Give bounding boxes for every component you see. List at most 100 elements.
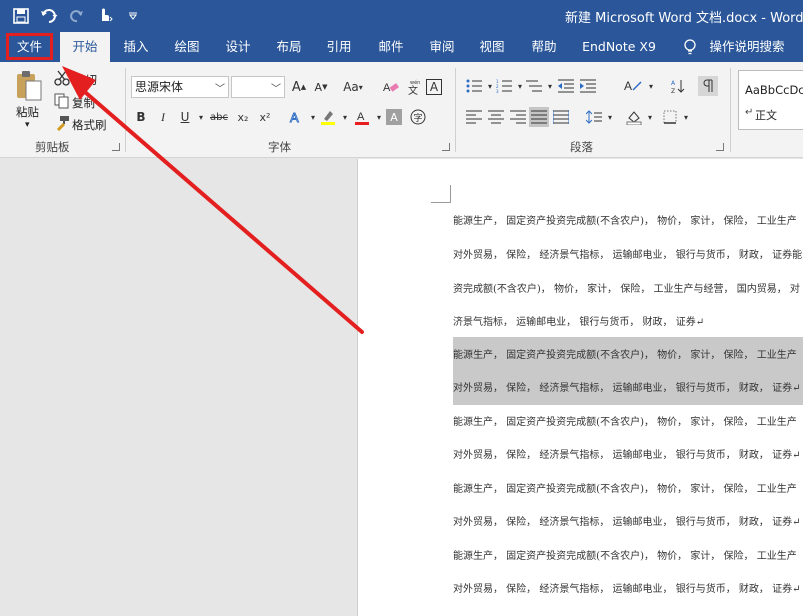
decrease-indent-icon[interactable] bbox=[556, 76, 576, 96]
chevron-down-icon[interactable]: ﹀ bbox=[215, 80, 225, 100]
sort-icon[interactable]: AZ bbox=[668, 76, 688, 96]
align-center-icon[interactable] bbox=[486, 107, 506, 127]
distributed-icon[interactable] bbox=[551, 107, 571, 127]
svg-text:A: A bbox=[624, 79, 632, 93]
paragraph-line-selected[interactable]: 对外贸易， 保险， 经济景气指标， 运输邮电业， 银行与货币， 财政， 证券↵ bbox=[453, 378, 803, 400]
svg-text:A: A bbox=[357, 111, 365, 123]
tab-draw[interactable]: 绘图 bbox=[166, 32, 208, 62]
tab-references[interactable]: 引用 bbox=[318, 32, 360, 62]
show-hide-marks-icon[interactable] bbox=[698, 76, 718, 96]
format-painter-button[interactable]: 格式刷 bbox=[72, 117, 107, 133]
group-separator bbox=[455, 68, 456, 152]
paragraph-line[interactable]: 能源生产， 固定资产投资完成额(不含农户)， 物价， 家计， 保险， 工业生产 bbox=[453, 412, 803, 434]
paragraph-line[interactable]: 能源生产， 固定资产投资完成额(不含农户)， 物价， 家计， 保险， 工业生产 bbox=[453, 546, 803, 568]
svg-text:Z: Z bbox=[671, 88, 675, 94]
borders-dropdown-icon[interactable]: ▾ bbox=[676, 107, 696, 127]
character-shading-icon[interactable]: A bbox=[386, 109, 402, 125]
tab-mailings[interactable]: 邮件 bbox=[370, 32, 412, 62]
quick-access-toolbar bbox=[10, 6, 144, 26]
font-name-combo[interactable]: 思源宋体 ﹀ bbox=[131, 76, 229, 98]
paragraph-launcher-icon[interactable] bbox=[716, 143, 724, 151]
chevron-down-icon[interactable]: ﹀ bbox=[271, 80, 281, 100]
phonetic-guide-icon[interactable]: wén 文 bbox=[404, 77, 424, 97]
paste-icon[interactable] bbox=[14, 70, 44, 102]
shrink-font-icon[interactable]: A ▼ bbox=[311, 77, 331, 97]
clear-formatting-icon[interactable]: A bbox=[381, 77, 401, 97]
font-name-value: 思源宋体 bbox=[135, 80, 184, 94]
tab-design[interactable]: 设计 bbox=[217, 32, 259, 62]
tab-home[interactable]: 开始 bbox=[60, 32, 110, 62]
paragraph-line[interactable]: 对外贸易， 保险， 经济景气指标， 运输邮电业， 银行与货币， 财政， 证券能 bbox=[453, 245, 803, 267]
paragraph-line[interactable]: 资完成额(不含农户)， 物价， 家计， 保险， 工业生产与经营， 国内贸易， 对 bbox=[453, 279, 803, 301]
lightbulb-icon[interactable] bbox=[680, 32, 700, 62]
clipboard-launcher-icon[interactable] bbox=[112, 143, 120, 151]
ribbon-tabs: 文件 开始 插入 绘图 设计 布局 引用 邮件 审阅 视图 帮助 EndNote… bbox=[0, 32, 803, 62]
paragraph-line[interactable]: 济景气指标， 运输邮电业， 银行与货币， 财政， 证券↵ bbox=[453, 312, 803, 334]
strikethrough-icon[interactable]: abc bbox=[209, 107, 229, 127]
customize-qat-icon[interactable] bbox=[122, 6, 144, 26]
page-margin-corner bbox=[431, 185, 451, 203]
style-sample: AaBbCcDc bbox=[745, 83, 803, 97]
group-label-paragraph: 段落 bbox=[570, 140, 593, 154]
undo-icon[interactable] bbox=[38, 6, 60, 26]
copy-icon[interactable] bbox=[54, 93, 70, 109]
superscript-icon[interactable]: x² bbox=[255, 107, 275, 127]
asian-layout-icon[interactable]: A bbox=[623, 76, 643, 96]
group-separator bbox=[125, 68, 126, 152]
ribbon-home: 粘贴 ▾ 剪切 复制 格式刷 剪贴板 思源宋体 ﹀ ﹀ A ▲ A ▼ Aa ▾ A … bbox=[0, 62, 803, 158]
redo-icon[interactable] bbox=[66, 6, 88, 26]
file-tab-highlight bbox=[6, 33, 53, 60]
tab-layout[interactable]: 布局 bbox=[268, 32, 310, 62]
svg-text:3: 3 bbox=[496, 89, 499, 93]
group-label-font: 字体 bbox=[268, 140, 291, 154]
paragraph-line[interactable]: 对外贸易， 保险， 经济景气指标， 运输邮电业， 银行与货币， 财政， 证券↵ bbox=[453, 579, 803, 601]
svg-text:A: A bbox=[383, 82, 391, 94]
window-title: 新建 Microsoft Word 文档.docx - Word bbox=[565, 11, 803, 26]
font-launcher-icon[interactable] bbox=[442, 143, 450, 151]
paragraph-line-selected[interactable]: 能源生产， 固定资产投资完成额(不含农户)， 物价， 家计， 保险， 工业生产 bbox=[453, 345, 803, 367]
grow-font-icon[interactable]: A ▲ bbox=[289, 77, 309, 97]
enclose-characters-icon[interactable]: 字 bbox=[408, 107, 428, 127]
cut-button[interactable]: 剪切 bbox=[74, 72, 97, 88]
bold-icon[interactable]: B bbox=[131, 107, 151, 127]
align-left-icon[interactable] bbox=[464, 107, 484, 127]
paragraph-line[interactable]: 对外贸易， 保险， 经济景气指标， 运输邮电业， 银行与货币， 财政， 证券↵ bbox=[453, 512, 803, 534]
save-icon[interactable] bbox=[10, 6, 32, 26]
document-page[interactable]: 能源生产， 固定资产投资完成额(不含农户)， 物价， 家计， 保险， 工业生产 … bbox=[357, 159, 803, 616]
line-spacing-dropdown-icon[interactable]: ▾ bbox=[600, 107, 620, 127]
svg-text:字: 字 bbox=[414, 112, 423, 124]
italic-icon[interactable]: I bbox=[153, 107, 173, 127]
paste-dropdown-chevron[interactable]: ▾ bbox=[25, 120, 30, 130]
align-right-icon[interactable] bbox=[508, 107, 528, 127]
justify-icon[interactable] bbox=[529, 107, 549, 127]
copy-button[interactable]: 复制 bbox=[72, 95, 95, 111]
paragraph-line[interactable]: 能源生产， 固定资产投资完成额(不含农户)， 物价， 家计， 保险， 工业生产 bbox=[453, 479, 803, 501]
style-normal[interactable]: AaBbCcDc 正文 ↵ bbox=[738, 70, 803, 130]
increase-indent-icon[interactable] bbox=[578, 76, 598, 96]
change-case-icon[interactable]: Aa ▾ bbox=[338, 77, 368, 97]
asian-layout-dropdown-icon[interactable]: ▾ bbox=[641, 76, 661, 96]
subscript-icon[interactable]: x₂ bbox=[233, 107, 253, 127]
format-painter-icon[interactable] bbox=[54, 115, 70, 131]
shading-dropdown-icon[interactable]: ▾ bbox=[640, 107, 660, 127]
tell-me-search[interactable]: 操作说明搜索 bbox=[704, 32, 790, 62]
underline-dropdown-icon[interactable]: ▾ bbox=[191, 107, 211, 127]
tab-insert[interactable]: 插入 bbox=[115, 32, 157, 62]
font-size-combo[interactable]: ﹀ bbox=[231, 76, 285, 98]
tab-review[interactable]: 审阅 bbox=[421, 32, 463, 62]
paragraph-line[interactable]: 对外贸易， 保险， 经济景气指标， 运输邮电业， 银行与货币， 财政， 证券↵ bbox=[453, 445, 803, 467]
tab-view[interactable]: 视图 bbox=[471, 32, 513, 62]
paste-button[interactable]: 粘贴 bbox=[16, 104, 39, 120]
cut-icon[interactable] bbox=[54, 70, 70, 86]
svg-text:A: A bbox=[290, 110, 299, 125]
touch-mode-icon[interactable] bbox=[94, 6, 116, 26]
svg-text:A: A bbox=[671, 80, 676, 87]
group-separator bbox=[730, 68, 731, 152]
title-bar: 新建 Microsoft Word 文档.docx - Word bbox=[0, 0, 803, 32]
character-border-icon[interactable]: A bbox=[426, 79, 442, 95]
tab-help[interactable]: 帮助 bbox=[523, 32, 565, 62]
tab-endnote[interactable]: EndNote X9 bbox=[577, 32, 661, 62]
paragraph-line[interactable]: 能源生产， 固定资产投资完成额(不含农户)， 物价， 家计， 保险， 工业生产 bbox=[453, 211, 803, 233]
svg-text:wén: wén bbox=[410, 79, 420, 86]
document-area[interactable]: 能源生产， 固定资产投资完成额(不含农户)， 物价， 家计， 保险， 工业生产 … bbox=[0, 159, 803, 616]
